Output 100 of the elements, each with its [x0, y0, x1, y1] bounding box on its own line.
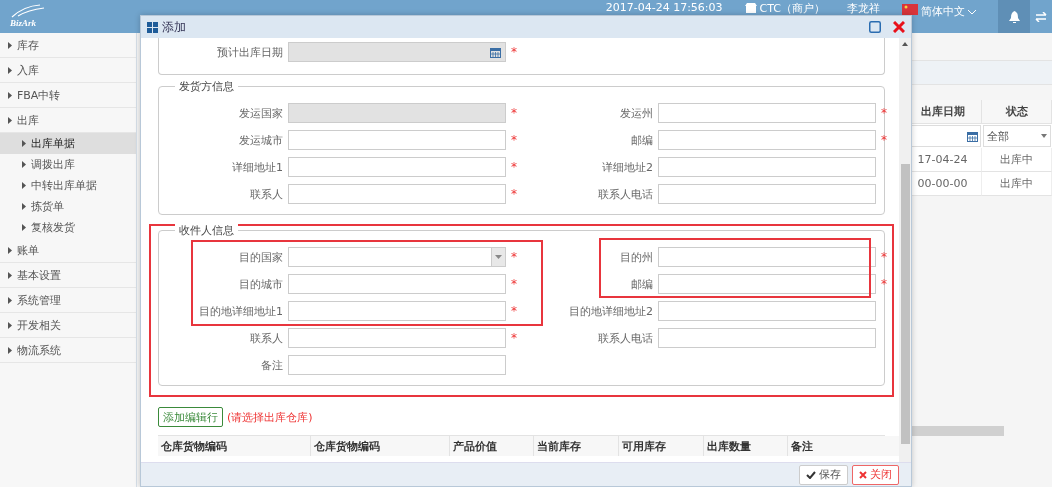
field-label: 发运州 [619, 105, 653, 121]
column-header: 状态 [982, 100, 1052, 124]
field-label: 发运城市 [238, 132, 283, 148]
required-mark: * [511, 45, 517, 59]
field-label: 目的城市 [238, 276, 283, 292]
close-button[interactable] [893, 21, 905, 33]
caret-icon [22, 224, 26, 231]
input-field[interactable] [288, 157, 506, 177]
column-header: 仓库货物编码 [158, 436, 311, 456]
dialog-title: 添加 [162, 18, 186, 36]
required-mark: * [511, 277, 517, 291]
input-field[interactable] [658, 130, 876, 150]
required-mark: * [881, 133, 887, 147]
input-field[interactable] [288, 355, 506, 375]
caret-icon [22, 203, 26, 210]
column-header: 仓库货物编码 [311, 436, 450, 456]
add-row-button[interactable]: 添加编辑行 [158, 407, 223, 427]
chevron-down-icon [968, 10, 976, 15]
calendar-icon [967, 130, 978, 142]
caret-icon [22, 140, 26, 147]
field-label: 邮编 [630, 276, 653, 292]
datetime-text: 2017-04-24 17:56:03 [605, 1, 723, 14]
sidebar-subitem[interactable]: 拣货单 [0, 196, 136, 217]
sidebar-item[interactable]: 库存 [0, 33, 136, 58]
input-field[interactable] [658, 274, 876, 294]
bell-icon [1008, 10, 1020, 23]
field-label: 联系人电话 [597, 330, 653, 346]
column-header: 可用库存 [619, 436, 704, 456]
input-field[interactable] [658, 184, 876, 204]
maximize-button[interactable] [869, 21, 881, 33]
calendar-icon [490, 46, 501, 58]
sidebar-item[interactable]: 账单 [0, 238, 136, 263]
column-header: 产品价值 [450, 436, 534, 456]
table-cell: 出库中 [982, 172, 1052, 196]
ship-icon [10, 4, 46, 18]
caret-icon [8, 66, 12, 74]
scroll-thumb[interactable] [900, 164, 910, 444]
required-mark: * [511, 160, 517, 174]
table-cell: 出库中 [982, 148, 1052, 172]
caret-icon [8, 91, 12, 99]
field-label: 发运国家 [238, 105, 283, 121]
hint-text: (请选择出库仓库) [227, 409, 313, 425]
input-field[interactable] [288, 130, 506, 150]
notification-button[interactable] [998, 0, 1030, 33]
input-field[interactable] [658, 157, 876, 177]
sidebar-subitem[interactable]: 复核发货 [0, 217, 136, 238]
input-field[interactable] [658, 103, 876, 123]
sidebar-item[interactable]: 基本设置 [0, 263, 136, 288]
sidebar-item[interactable]: 入库 [0, 58, 136, 83]
input-field[interactable] [658, 247, 876, 267]
caret-icon [8, 346, 12, 354]
column-header: 出库数量 [704, 436, 788, 456]
column-header: 当前库存 [534, 436, 619, 456]
caret-down-icon [495, 255, 502, 259]
close-icon [893, 21, 905, 33]
field-label: 目的地详细地址1 [198, 303, 283, 319]
sidebar-item[interactable]: 物流系统 [0, 338, 136, 363]
required-mark: * [511, 250, 517, 264]
caret-icon [22, 182, 26, 189]
required-mark: * [511, 304, 517, 318]
select-field[interactable] [288, 247, 506, 267]
field-label: 联系人 [249, 186, 283, 202]
required-mark: * [511, 106, 517, 120]
swap-icon [1035, 11, 1047, 22]
field-label: 联系人电话 [597, 186, 653, 202]
field-label: 联系人 [249, 330, 283, 346]
caret-icon [8, 321, 12, 329]
input-field[interactable] [658, 301, 876, 321]
store-icon [744, 3, 757, 13]
input-field[interactable] [288, 328, 506, 348]
section-legend: 收件人信息 [175, 223, 238, 238]
save-button[interactable]: 保存 [799, 464, 848, 485]
status-filter-select[interactable]: 全部 [983, 125, 1051, 147]
field-label: 目的地详细地址2 [568, 303, 653, 319]
input-field[interactable] [288, 274, 506, 294]
sidebar-subitem[interactable]: 中转出库单据 [0, 175, 136, 196]
sidebar-subitem[interactable]: 出库单据 [0, 133, 136, 154]
field-label: 目的州 [619, 249, 653, 265]
input-field[interactable] [658, 328, 876, 348]
input-field[interactable] [288, 301, 506, 321]
sidebar-item[interactable]: FBA中转 [0, 83, 136, 108]
sidebar-item[interactable]: 系统管理 [0, 288, 136, 313]
sidebar-subitem[interactable]: 调拨出库 [0, 154, 136, 175]
caret-icon [8, 271, 12, 279]
required-mark: * [881, 250, 887, 264]
required-mark: * [511, 187, 517, 201]
field-label: 邮编 [630, 132, 653, 148]
field-label: 目的国家 [238, 249, 283, 265]
required-mark: * [511, 331, 517, 345]
required-mark: * [881, 277, 887, 291]
close-icon [859, 470, 867, 479]
section-legend: 发货方信息 [175, 79, 238, 94]
caret-down-icon [1041, 134, 1047, 138]
sidebar-item[interactable]: 开发相关 [0, 313, 136, 338]
input-field[interactable] [288, 184, 506, 204]
column-header: 备注 [788, 436, 899, 456]
scroll-up-icon [902, 42, 908, 46]
close-dialog-button[interactable]: 关闭 [852, 464, 899, 485]
scrollbar[interactable] [899, 38, 911, 462]
field-label: 详细地址2 [601, 159, 653, 175]
